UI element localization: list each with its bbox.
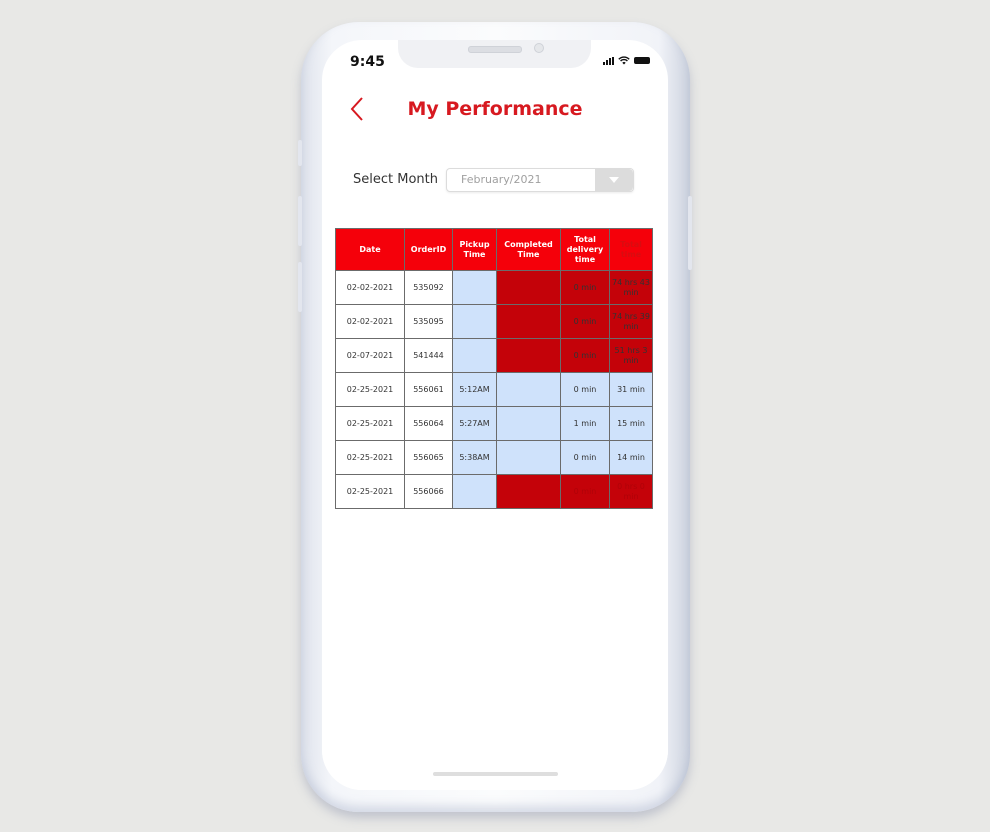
status-time: 9:45 [350, 54, 385, 70]
content: Select Month February/2021 Date OrderID … [322, 132, 668, 790]
home-indicator [433, 772, 558, 776]
cell-pickup-time [452, 270, 497, 305]
speaker [468, 46, 522, 53]
table-row: 02-25-2021 556066 0 min 0 hrs 0 min [335, 474, 653, 509]
cell-order-id: 535095 [404, 304, 453, 339]
performance-table: Date OrderID Pickup Time Completed Time … [335, 228, 653, 509]
cell-delivery-time: 0 min [560, 372, 610, 407]
cell-completed-time [496, 304, 561, 339]
cell-delivery-time: 0 min [560, 440, 610, 475]
triangle-down-icon[interactable] [595, 169, 633, 191]
app-header: My Performance [322, 92, 668, 132]
col-header-date: Date [335, 228, 405, 271]
cell-delivery-time: 1 min [560, 406, 610, 441]
cell-date: 02-02-2021 [335, 304, 405, 339]
cell-total-time: 0 hrs 0 min [609, 474, 653, 509]
cell-pickup-time [452, 304, 497, 339]
cell-delivery-time: 0 min [560, 304, 610, 339]
cell-completed-time [496, 440, 561, 475]
col-header-pickup-time: Pickup Time [452, 228, 497, 271]
month-select[interactable]: February/2021 [446, 168, 634, 192]
cell-pickup-time: 5:27AM [452, 406, 497, 441]
cell-pickup-time: 5:38AM [452, 440, 497, 475]
cell-date: 02-25-2021 [335, 372, 405, 407]
cell-pickup-time [452, 474, 497, 509]
table-row: 02-25-2021 556064 5:27AM 1 min 15 min [335, 406, 653, 441]
wifi-icon [618, 56, 630, 65]
cell-date: 02-02-2021 [335, 270, 405, 305]
table-row: 02-02-2021 535095 0 min 74 hrs 39 min [335, 304, 653, 339]
phone-screen: 9:45 My Performance Select Month Februar… [322, 40, 668, 790]
cell-completed-time [496, 372, 561, 407]
table-row: 02-25-2021 556061 5:12AM 0 min 31 min [335, 372, 653, 407]
cell-date: 02-25-2021 [335, 440, 405, 475]
cell-order-id: 541444 [404, 338, 453, 373]
cell-delivery-time: 0 min [560, 474, 610, 509]
cell-delivery-time: 0 min [560, 270, 610, 305]
cell-total-time: 14 min [609, 440, 653, 475]
signal-icon [603, 56, 614, 65]
cell-pickup-time: 5:12AM [452, 372, 497, 407]
cell-total-time: 15 min [609, 406, 653, 441]
cell-completed-time [496, 338, 561, 373]
page-title: My Performance [407, 98, 583, 120]
col-header-total-time: Total time [609, 228, 653, 271]
cell-total-time: 74 hrs 39 min [609, 304, 653, 339]
volume-down-button [298, 262, 302, 312]
cell-order-id: 556064 [404, 406, 453, 441]
table-row: 02-07-2021 541444 0 min 51 hrs 3 min [335, 338, 653, 373]
col-header-completed-time: Completed Time [496, 228, 561, 271]
cell-date: 02-07-2021 [335, 338, 405, 373]
volume-up-button [298, 196, 302, 246]
cell-order-id: 556061 [404, 372, 453, 407]
power-button [688, 196, 692, 270]
notch [398, 40, 591, 68]
battery-icon [634, 57, 650, 64]
cell-order-id: 556065 [404, 440, 453, 475]
table-header-row: Date OrderID Pickup Time Completed Time … [335, 228, 653, 271]
col-header-order-id: OrderID [404, 228, 453, 271]
select-month-label: Select Month [353, 172, 438, 187]
month-select-value: February/2021 [461, 173, 542, 186]
cell-order-id: 556066 [404, 474, 453, 509]
cell-pickup-time [452, 338, 497, 373]
camera [534, 43, 544, 53]
cell-total-time: 51 hrs 3 min [609, 338, 653, 373]
cell-completed-time [496, 270, 561, 305]
cell-order-id: 535092 [404, 270, 453, 305]
table-row: 02-02-2021 535092 0 min 74 hrs 43 min [335, 270, 653, 305]
status-icons [603, 56, 650, 65]
cell-completed-time [496, 474, 561, 509]
cell-total-time: 74 hrs 43 min [609, 270, 653, 305]
cell-date: 02-25-2021 [335, 406, 405, 441]
table-row: 02-25-2021 556065 5:38AM 0 min 14 min [335, 440, 653, 475]
cell-delivery-time: 0 min [560, 338, 610, 373]
cell-completed-time [496, 406, 561, 441]
mute-switch [298, 140, 302, 166]
cell-total-time: 31 min [609, 372, 653, 407]
cell-date: 02-25-2021 [335, 474, 405, 509]
col-header-delivery-time: Total delivery time [560, 228, 610, 271]
